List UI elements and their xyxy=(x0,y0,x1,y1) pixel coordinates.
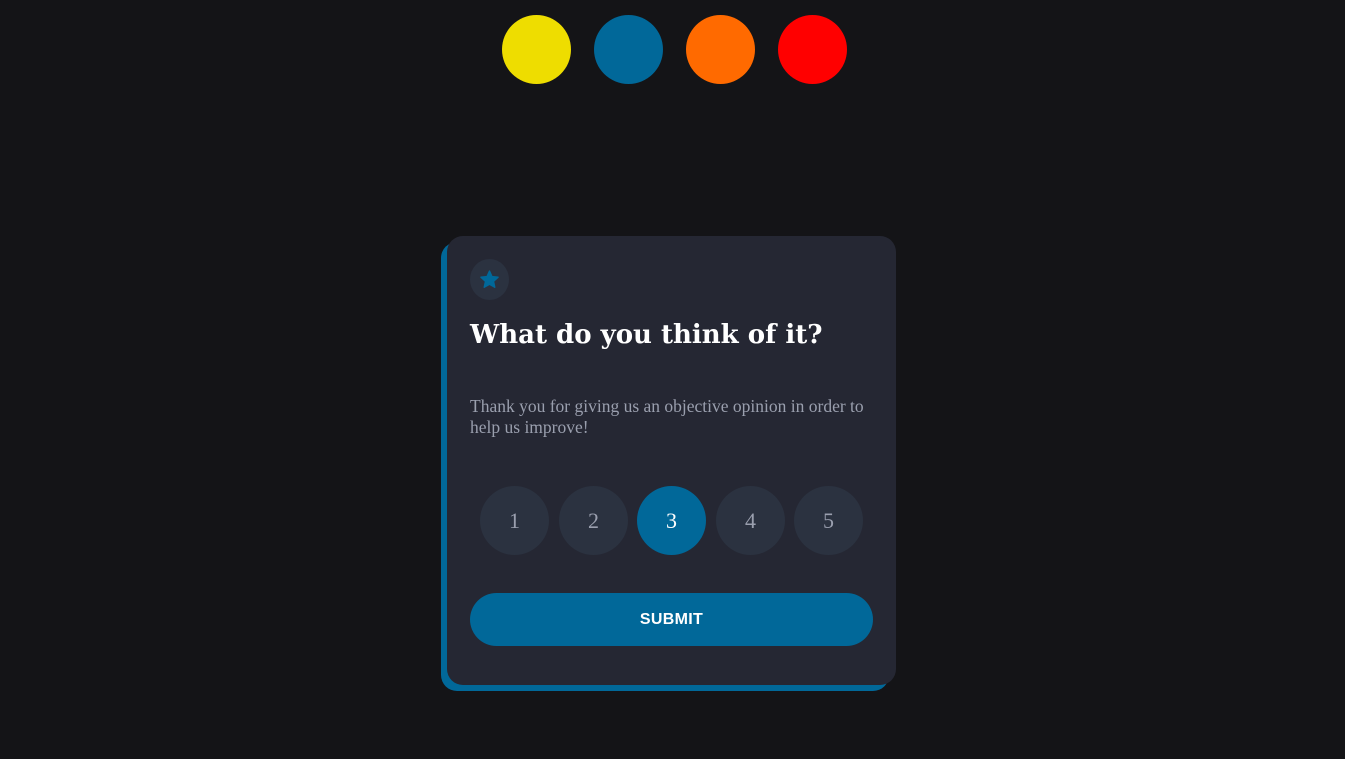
star-badge xyxy=(470,259,509,300)
rating-card: What do you think of it? Thank you for g… xyxy=(447,236,896,685)
rating-button-5[interactable]: 5 xyxy=(794,486,863,555)
card-description: Thank you for giving us an objective opi… xyxy=(470,396,864,437)
rating-options: 1 2 3 4 5 xyxy=(480,486,864,555)
rating-button-3[interactable]: 3 xyxy=(637,486,706,555)
theme-swatch-red[interactable] xyxy=(778,15,847,84)
rating-button-2[interactable]: 2 xyxy=(559,486,628,555)
rating-button-1[interactable]: 1 xyxy=(480,486,549,555)
submit-button[interactable]: SUBMIT xyxy=(470,593,873,646)
card-title: What do you think of it? xyxy=(470,320,823,350)
theme-swatch-blue[interactable] xyxy=(594,15,663,84)
theme-swatch-orange[interactable] xyxy=(686,15,755,84)
star-icon xyxy=(480,269,499,288)
theme-swatch-yellow[interactable] xyxy=(502,15,571,84)
rating-button-4[interactable]: 4 xyxy=(716,486,785,555)
